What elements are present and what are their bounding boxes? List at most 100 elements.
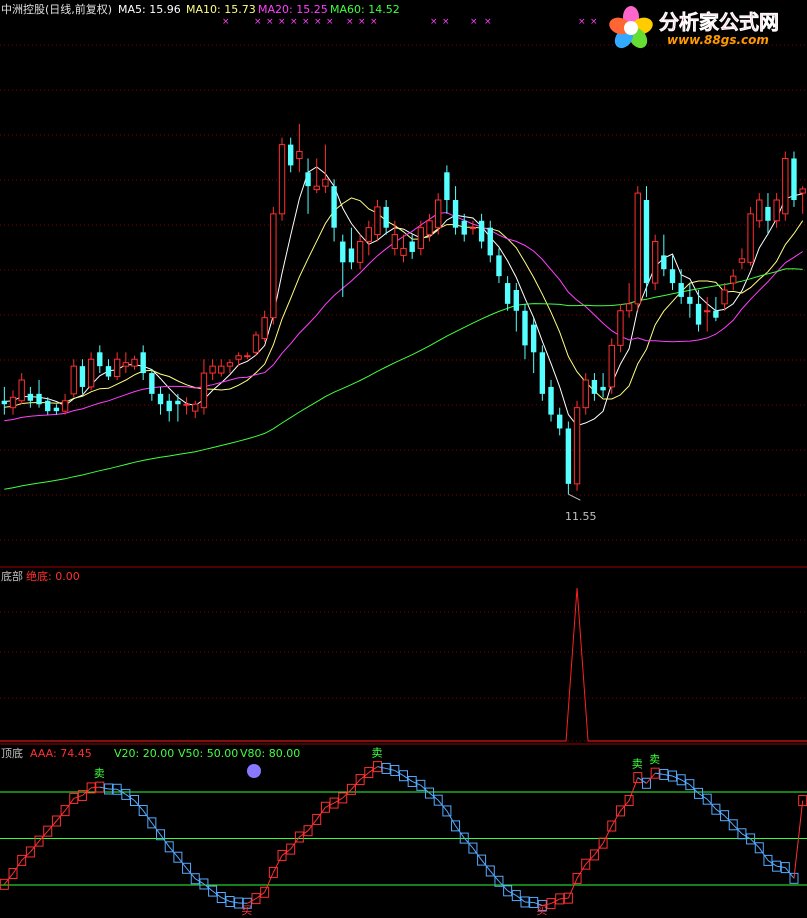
candle-body <box>625 303 633 312</box>
candle-body <box>573 407 581 485</box>
candle-body <box>45 400 51 412</box>
signal-mark: × <box>578 17 586 27</box>
signal-mark: × <box>346 17 354 27</box>
ma60-line <box>4 268 803 490</box>
candle-body <box>296 151 303 159</box>
candle-body <box>356 241 364 263</box>
candle-body <box>669 269 676 284</box>
ma5-label: MA5: 15.96 <box>118 3 181 16</box>
candle-body <box>557 414 563 429</box>
candle-body <box>244 355 251 358</box>
aaa-segment <box>793 800 804 879</box>
signal-mark: × <box>590 17 598 27</box>
low-annotation-arrow <box>568 493 581 501</box>
candle-body <box>252 334 260 353</box>
v80-label: V80: 80.00 <box>240 747 301 760</box>
candle-body <box>452 200 459 228</box>
candle-body <box>730 275 737 284</box>
candle-body <box>417 227 425 249</box>
candle-body <box>565 428 572 484</box>
candle-body <box>70 365 77 395</box>
candle-body <box>235 355 242 360</box>
candle-body <box>756 199 763 222</box>
candle-body <box>435 199 442 229</box>
candle-body <box>747 213 754 263</box>
sell-marker: 卖 <box>632 758 643 771</box>
sell-marker: 卖 <box>649 753 660 766</box>
candle-body <box>383 206 389 228</box>
signal-mark: × <box>254 17 262 27</box>
candle-body <box>209 365 216 374</box>
candle-body <box>87 358 95 388</box>
candle-body <box>695 303 702 325</box>
ma20-label: MA20: 15.25 <box>258 3 328 16</box>
candle-body <box>600 386 606 391</box>
buy-marker: 买 <box>241 904 252 917</box>
buy-marker: 买 <box>536 904 547 917</box>
signal-mark: × <box>278 17 286 27</box>
candle-body <box>478 220 485 242</box>
signal-mark: × <box>290 17 298 27</box>
stock-chart: × × × × × × × × × × × × × × × × ×卖买卖买卖卖 <box>0 17 807 917</box>
candle-body <box>9 396 17 409</box>
candle-body <box>782 157 789 215</box>
candle-body <box>530 324 537 353</box>
candle-body <box>1 400 8 405</box>
candle-body <box>738 258 746 263</box>
candle-body <box>140 352 146 374</box>
candle-body <box>313 185 320 191</box>
candle-body <box>539 352 546 394</box>
candle-body <box>270 213 277 319</box>
candle-body <box>278 144 286 215</box>
candle-body <box>113 358 121 378</box>
signal-mark: × <box>266 17 274 27</box>
candle-body <box>200 372 208 409</box>
bottom-value-label: 绝底: 0.00 <box>26 570 80 583</box>
candle-body <box>226 362 234 367</box>
candle-body <box>591 380 598 394</box>
low-annotation: 11.55 <box>565 510 597 523</box>
candle-body <box>122 362 130 367</box>
candle-body <box>288 144 294 166</box>
topbottom-panel-title: 顶底 <box>1 747 23 760</box>
signal-mark: × <box>358 17 366 27</box>
candle-body <box>131 358 138 367</box>
candle-body <box>218 365 225 374</box>
candle-body <box>582 379 589 409</box>
candle-body <box>461 220 467 235</box>
candle-body <box>704 310 711 313</box>
signal-mark: × <box>302 17 310 27</box>
candle-body <box>53 407 60 412</box>
candle-body <box>166 400 172 412</box>
candle-body <box>617 310 624 346</box>
candle-body <box>391 234 399 249</box>
candle-body <box>79 366 86 387</box>
candle-body <box>634 192 641 305</box>
signal-mark: × <box>326 17 334 27</box>
bottom-signal-line <box>0 587 807 742</box>
candle-body <box>157 393 164 405</box>
candle-body <box>149 373 155 394</box>
candle-body <box>175 400 181 405</box>
candle-body <box>608 344 615 388</box>
logo-url: www.88gs.com <box>667 33 769 47</box>
candle-body <box>469 227 477 230</box>
candle-body <box>400 247 407 256</box>
bottom-panel-title: 底部 <box>1 570 23 583</box>
candle-body <box>36 393 42 405</box>
ma10-label: MA10: 15.73 <box>186 3 256 16</box>
candle-body <box>348 248 355 263</box>
candle-body <box>18 379 25 402</box>
signal-mark: × <box>470 17 478 27</box>
candle-body <box>713 310 719 318</box>
candle-body <box>261 317 268 339</box>
candle-body <box>487 227 493 256</box>
candle-body <box>522 310 528 346</box>
aaa-label: AAA: 74.45 <box>30 747 92 760</box>
candle-body <box>322 178 329 187</box>
signal-mark: × <box>484 17 492 27</box>
signal-mark: × <box>222 17 230 27</box>
candle-body <box>97 352 103 367</box>
candle-body <box>773 199 780 222</box>
candle-body <box>305 172 311 187</box>
